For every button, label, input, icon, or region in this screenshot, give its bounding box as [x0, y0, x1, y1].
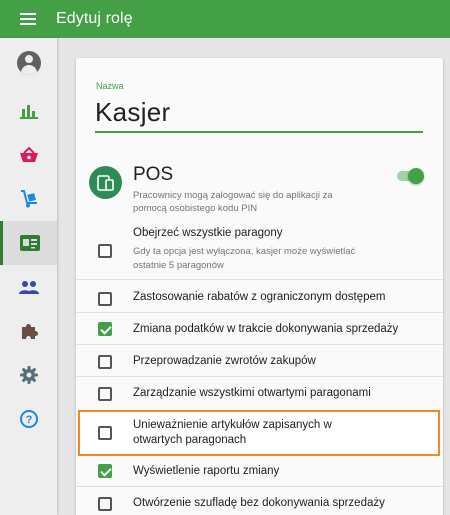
- devices-icon: [96, 174, 114, 191]
- option-label: Zarządzanie wszystkimi otwartymi paragon…: [133, 387, 371, 399]
- page-title: Edytuj rolę: [56, 10, 133, 27]
- pos-icon: [89, 166, 122, 199]
- checkbox-change-taxes[interactable]: [98, 322, 112, 336]
- pos-section-title: POS: [133, 164, 174, 185]
- option-sublabel: Gdy ta opcja jest wyłączona, kasjer może…: [133, 246, 356, 271]
- account-button[interactable]: [0, 38, 57, 88]
- sidebar: ?: [0, 38, 57, 515]
- checkbox-shift-report[interactable]: [98, 464, 112, 478]
- gear-icon: [19, 366, 38, 384]
- option-label: Wyświetlenie raportu zmiany: [133, 465, 280, 477]
- avatar-icon: [16, 51, 41, 75]
- bar-chart-icon: [19, 105, 38, 119]
- puzzle-icon: [21, 324, 38, 339]
- sidebar-item-employees[interactable]: [0, 221, 57, 265]
- toggle-knob: [408, 168, 424, 184]
- help-icon: ?: [19, 410, 38, 428]
- name-field-underline: [95, 131, 423, 133]
- menu-icon: [20, 13, 36, 25]
- checkbox-restricted-discounts[interactable]: [98, 292, 112, 306]
- sidebar-item-integrations[interactable]: [0, 309, 57, 353]
- option-label: Otwórzenie szufladę bez dokonywania sprz…: [133, 497, 385, 509]
- option-label: Obejrzeć wszystkie paragony: [133, 227, 283, 239]
- option-label: Zastosowanie rabatów z ograniczonym dost…: [133, 291, 386, 303]
- divider: [76, 486, 443, 487]
- people-icon: [18, 281, 39, 294]
- app-root: Edytuj rolę ? Nazwa Kasjer POS Pracownic…: [0, 0, 450, 515]
- divider: [76, 312, 443, 313]
- name-field-label: Nazwa: [96, 81, 124, 91]
- top-app-bar: Edytuj rolę: [0, 0, 450, 38]
- sidebar-item-settings[interactable]: [0, 353, 57, 397]
- checkbox-open-drawer[interactable]: [98, 497, 112, 511]
- divider: [76, 376, 443, 377]
- sidebar-item-shop[interactable]: [0, 133, 57, 177]
- menu-button[interactable]: [0, 0, 56, 38]
- hand-truck-icon: [20, 190, 37, 208]
- checkbox-void-saved-items[interactable]: [98, 426, 112, 440]
- id-card-icon: [20, 235, 40, 251]
- sidebar-item-customers[interactable]: [0, 265, 57, 309]
- sidebar-item-reports[interactable]: [0, 89, 57, 133]
- basket-icon: [19, 147, 38, 162]
- option-label: Przeprowadzanie zwrotów zakupów: [133, 355, 316, 367]
- svg-text:?: ?: [25, 414, 32, 426]
- sidebar-item-help[interactable]: ?: [0, 397, 57, 441]
- pos-section-description: Pracownicy mogą zalogować się do aplikac…: [133, 190, 333, 214]
- sidebar-item-delivery[interactable]: [0, 177, 57, 221]
- checkbox-manage-open-receipts[interactable]: [98, 387, 112, 401]
- divider: [76, 279, 443, 280]
- checkbox-refunds[interactable]: [98, 355, 112, 369]
- name-field[interactable]: Kasjer: [95, 97, 171, 128]
- divider: [76, 344, 443, 345]
- option-label: Unieważnienie artykułów zapisanych w otw…: [133, 419, 332, 446]
- checkbox-view-all-receipts[interactable]: [98, 244, 112, 258]
- option-label: Zmiana podatków w trakcie dokonywania sp…: [133, 323, 399, 335]
- pos-toggle[interactable]: [396, 168, 424, 184]
